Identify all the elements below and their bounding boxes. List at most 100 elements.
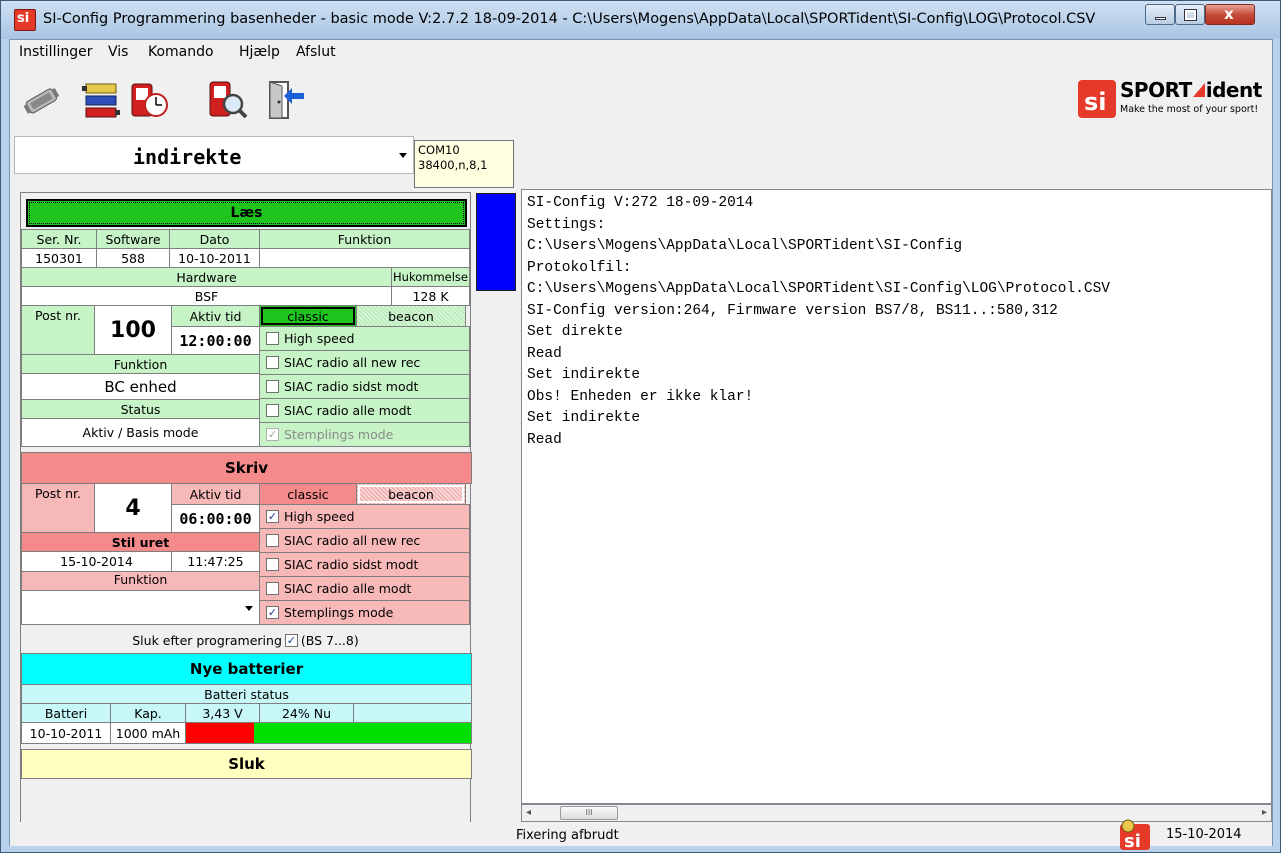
battery-percent: 24% Nu bbox=[259, 703, 354, 723]
log-output[interactable]: SI-Config V:272 18-09-2014 Settings: C:\Us… bbox=[521, 189, 1272, 804]
log-line: SI-Config version:264, Firmware version … bbox=[527, 302, 1058, 319]
station-settings-icon[interactable] bbox=[80, 78, 124, 122]
read-hardware-header: Hardware bbox=[21, 267, 392, 287]
menu-instillinger[interactable]: Instillinger bbox=[19, 44, 92, 60]
write-mode-beacon[interactable]: beacon bbox=[356, 483, 466, 505]
write-option-siac-all-new[interactable]: SIAC radio all new rec bbox=[259, 528, 470, 553]
read-software-header: Software bbox=[96, 229, 170, 249]
minimize-button[interactable] bbox=[1145, 4, 1175, 25]
log-line: C:\Users\Mogens\AppData\Local\SPORTident… bbox=[527, 281, 1110, 297]
menu-hjaelp[interactable]: Hjælp bbox=[239, 44, 280, 60]
write-function-select[interactable] bbox=[21, 590, 260, 625]
read-option-high-speed[interactable]: High speed bbox=[259, 326, 470, 351]
scroll-right-icon[interactable]: ▸ bbox=[1262, 807, 1267, 818]
write-option-high-speed-label: High speed bbox=[284, 509, 355, 524]
menu-vis[interactable]: Vis bbox=[108, 44, 128, 60]
write-option-siac-all[interactable]: SIAC radio alle modt bbox=[259, 576, 470, 601]
maximize-button[interactable] bbox=[1175, 4, 1205, 25]
write-active-time-input[interactable]: 06:00:00 bbox=[171, 504, 260, 533]
read-active-label: Aktiv tid bbox=[171, 305, 260, 327]
brand-triangle-icon bbox=[1192, 83, 1205, 97]
checkbox-icon bbox=[266, 582, 279, 595]
log-line: Obs! Enheden er ikke klar! bbox=[527, 388, 754, 405]
checkbox-icon bbox=[266, 534, 279, 547]
title-bar[interactable]: si SI-Config Programmering basenheder - … bbox=[1, 1, 1280, 39]
read-status-label: Status bbox=[21, 399, 260, 419]
read-serial-header: Ser. Nr. bbox=[21, 229, 97, 249]
battery-voltage: 3,43 V bbox=[185, 703, 260, 723]
read-software-value: 588 bbox=[96, 248, 170, 268]
status-bar: Fixering afbrudt si 15-10-2014 bbox=[10, 819, 1272, 850]
readout-search-icon[interactable] bbox=[206, 78, 250, 122]
read-active-time: 12:00:00 bbox=[171, 326, 260, 355]
write-post-label: Post nr. bbox=[21, 483, 95, 533]
read-date-header: Dato bbox=[169, 229, 260, 249]
read-memory-header: Hukommelse bbox=[391, 267, 470, 287]
read-mode-beacon[interactable]: beacon bbox=[356, 305, 466, 327]
checkbox-icon bbox=[266, 558, 279, 571]
horizontal-scrollbar[interactable]: ◂ III ▸ bbox=[521, 804, 1272, 822]
chevron-down-icon bbox=[245, 606, 253, 611]
log-line: Protokolfil: bbox=[527, 259, 632, 276]
com-settings: 38400,n,8,1 bbox=[418, 158, 488, 172]
menu-afslut[interactable]: Afslut bbox=[296, 44, 336, 60]
chevron-down-icon bbox=[399, 153, 407, 158]
write-option-siac-last[interactable]: SIAC radio sidst modt bbox=[259, 552, 470, 577]
write-option-stamp-mode[interactable]: ✓ Stemplings mode bbox=[259, 600, 470, 625]
log-line: Set direkte bbox=[527, 324, 623, 340]
write-button[interactable]: Skriv bbox=[21, 452, 472, 484]
read-post-value: 100 bbox=[94, 305, 172, 355]
app-icon[interactable]: si bbox=[14, 9, 36, 31]
turn-off-checkbox[interactable]: ✓ bbox=[284, 633, 298, 647]
read-button[interactable]: Læs bbox=[26, 199, 467, 227]
turn-off-label: Sluk efter programering bbox=[132, 632, 282, 648]
menu-komando[interactable]: Komando bbox=[148, 44, 214, 60]
scroll-left-icon[interactable]: ◂ bbox=[526, 807, 531, 818]
close-button[interactable]: x bbox=[1205, 4, 1255, 25]
checkmark-icon: ✓ bbox=[266, 510, 279, 523]
read-status-value: Aktiv / Basis mode bbox=[21, 418, 260, 447]
read-mode-classic[interactable]: classic bbox=[259, 305, 357, 327]
turn-off-note: (BS 7...8) bbox=[300, 632, 359, 648]
serial-port-icon[interactable] bbox=[20, 78, 64, 122]
write-post-input[interactable]: 4 bbox=[94, 483, 172, 533]
read-function-label: Funktion bbox=[21, 354, 260, 374]
status-indicator bbox=[476, 193, 516, 291]
read-option-siac-last[interactable]: SIAC radio sidst modt bbox=[259, 374, 470, 399]
read-option-stamp-mode-label: Stemplings mode bbox=[284, 427, 394, 442]
maximize-icon bbox=[1184, 9, 1197, 21]
window-title: SI-Config Programmering basenheder - bas… bbox=[43, 11, 1096, 27]
close-icon: x bbox=[1224, 5, 1234, 23]
exit-door-icon[interactable] bbox=[264, 78, 308, 122]
si-tray-icon: si bbox=[1120, 819, 1150, 850]
write-active-label: Aktiv tid bbox=[171, 483, 260, 505]
checkbox-icon bbox=[266, 404, 279, 417]
read-option-stamp-mode: ✓ Stemplings mode bbox=[259, 422, 470, 447]
off-button[interactable]: Sluk bbox=[21, 749, 472, 779]
read-option-siac-all[interactable]: SIAC radio alle modt bbox=[259, 398, 470, 423]
time-settings-icon[interactable] bbox=[128, 78, 172, 122]
read-memory-value: 128 K bbox=[391, 286, 470, 306]
battery-level-fill bbox=[186, 723, 255, 743]
status-message: Fixering afbrudt bbox=[516, 828, 619, 843]
read-hardware-value: BSF bbox=[21, 286, 392, 306]
read-option-siac-all-new[interactable]: SIAC radio all new rec bbox=[259, 350, 470, 375]
turn-off-row: Sluk efter programering ✓ (BS 7...8) bbox=[21, 627, 470, 653]
mode-select-value: indirekte bbox=[133, 145, 242, 169]
scroll-thumb[interactable]: III bbox=[560, 806, 618, 820]
write-option-siac-all-label: SIAC radio alle modt bbox=[284, 581, 412, 596]
read-option-high-speed-label: High speed bbox=[284, 331, 355, 346]
log-line: Settings: bbox=[527, 216, 606, 233]
write-option-high-speed[interactable]: ✓ High speed bbox=[259, 504, 470, 529]
com-port: COM10 bbox=[418, 143, 460, 157]
write-option-siac-all-new-label: SIAC radio all new rec bbox=[284, 533, 421, 548]
status-date: 15-10-2014 bbox=[1166, 827, 1242, 842]
write-mode-classic[interactable]: classic bbox=[259, 483, 357, 505]
set-clock-button[interactable]: Stil uret bbox=[21, 532, 260, 552]
new-batteries-button[interactable]: Nye batterier bbox=[21, 653, 472, 685]
minimize-icon bbox=[1155, 17, 1166, 20]
write-function-label: Funktion bbox=[21, 571, 260, 591]
log-line: SI-Config V:272 18-09-2014 bbox=[527, 195, 754, 211]
mode-select[interactable]: indirekte bbox=[14, 136, 414, 174]
log-line: C:\Users\Mogens\AppData\Local\SPORTident… bbox=[527, 238, 963, 254]
